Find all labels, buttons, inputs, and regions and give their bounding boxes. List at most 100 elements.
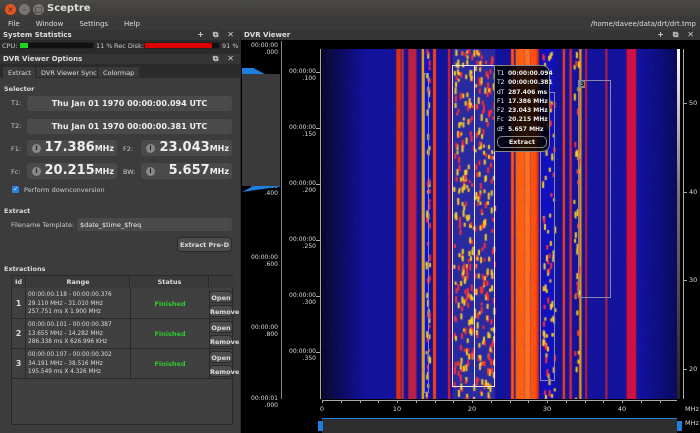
col-actions: [210, 276, 234, 288]
row-id: 3: [12, 349, 26, 379]
overview-time-label: 00:00:01.000: [244, 395, 278, 409]
menu-settings[interactable]: Settings: [71, 19, 116, 30]
remove-button[interactable]: Remove: [209, 365, 239, 377]
popup-key: T2: [497, 79, 505, 87]
open-button[interactable]: Open: [209, 291, 233, 303]
freq-tick: [340, 400, 342, 403]
info-icon: I: [146, 144, 155, 153]
filename-template-input[interactable]: [77, 218, 232, 231]
tab-colormap[interactable]: Colormap: [97, 66, 141, 78]
unit: MHz: [94, 167, 114, 176]
freq-tick: [397, 400, 398, 403]
popup-extract-button[interactable]: Extract: [497, 136, 547, 149]
unit: MHz: [209, 144, 229, 153]
time-label-hms: 00:00:00: [251, 42, 278, 49]
info-icon: I: [146, 167, 155, 176]
time-tick: [316, 184, 320, 185]
dock-buttons[interactable]: ⧉ ✕: [213, 54, 237, 64]
cpu-label: CPU:: [2, 42, 18, 50]
center-frequency-line: [473, 65, 475, 387]
time-label: 00:00:00.300: [280, 292, 316, 306]
open-button[interactable]: Open: [209, 321, 233, 333]
filename-label: Filename Template:: [11, 221, 75, 229]
table-row: 3 00:00:00.107 - 00:00:00.302 34.191 MHz -…: [12, 349, 239, 379]
close-icon[interactable]: ×: [5, 4, 16, 15]
freq-tick: [622, 400, 623, 403]
dock-buttons[interactable]: + ⧉ ✕: [197, 30, 237, 40]
time-label-ms: .100: [302, 75, 316, 82]
f2-spinbox[interactable]: I 23.043MHz: [141, 140, 232, 156]
tab-dvr-viewer-sync[interactable]: DVR Viewer Sync: [35, 66, 103, 78]
dvr-options-header: DVR Viewer Options ⧉ ✕: [0, 54, 240, 64]
time-tick: [316, 240, 320, 241]
colorbar-axis: [683, 49, 684, 399]
time-label-hms: 00:00:00: [289, 348, 316, 355]
dock-buttons[interactable]: + ⧉ ✕: [657, 30, 697, 40]
extract-pre-d-button[interactable]: Extract Pre-D: [177, 237, 232, 252]
stats-row: CPU: 11 % Rec Disk: 91 %: [0, 40, 240, 51]
range-freq: 13.655 MHz - 14.282 MHz: [28, 330, 103, 337]
time-label-ms: .250: [302, 243, 316, 250]
slider-handle-left[interactable]: [318, 421, 323, 431]
slider-handle-right[interactable]: [677, 421, 682, 431]
menu-file[interactable]: File: [0, 19, 28, 30]
popup-row: dF 5.657 MHz: [497, 125, 547, 134]
popup-value: 287.406 ms: [508, 88, 548, 96]
remove-button[interactable]: Remove: [209, 305, 239, 317]
t2-field[interactable]: Thu Jan 01 1970 00:00:00.381 UTC: [27, 119, 232, 134]
selection-info-popup: T1 00:00:00.094 T2 00:00:00.381 dT 287.406 ms…: [494, 65, 553, 152]
menu-help[interactable]: Help: [116, 19, 148, 30]
popup-value: 5.657 MHz: [508, 125, 544, 133]
frequency-range-slider[interactable]: [322, 418, 677, 433]
popup-value: 00:00:00.094: [508, 70, 553, 77]
popup-key: dT: [497, 88, 505, 96]
extraction-box-3-label: 3: [579, 80, 586, 88]
freq-tick: [565, 400, 567, 403]
bw-value: 5.657: [168, 163, 210, 178]
time-tick: [316, 352, 320, 353]
freq-tick: [490, 400, 492, 403]
time-label-ms: .600: [264, 261, 278, 268]
system-statistics-title: System Statistics: [3, 31, 72, 39]
fc-spinbox[interactable]: I 20.215MHz: [27, 163, 117, 179]
frequency-axis: [322, 400, 677, 401]
selector-title: Selector: [4, 85, 35, 93]
downconversion-checkbox[interactable]: ✓: [12, 186, 19, 193]
bw-label: BW:: [123, 168, 136, 176]
range-freq: 34.191 MHz - 38.516 MHz: [28, 360, 103, 367]
row-range: 00:00:00.107 - 00:00:00.302 34.191 MHz - …: [28, 351, 112, 377]
dvr-options-title: DVR Viewer Options: [3, 55, 83, 63]
time-label-hms: 00:00:00: [289, 292, 316, 299]
freq-tick: [603, 400, 605, 403]
info-icon: I: [32, 167, 41, 176]
colorbar-tick-label: 20: [689, 364, 698, 373]
freq-tick: [453, 400, 455, 403]
freq-tick-label: 0: [319, 405, 325, 413]
extractions-table: Id Range Status 1 00:00:00.118 - 00:00:00…: [11, 275, 239, 425]
cpu-bar: [19, 42, 94, 49]
extraction-box-3[interactable]: [578, 79, 611, 299]
f1-spinbox[interactable]: I 17.386MHz: [27, 140, 117, 156]
time-label: 00:00:00.100: [280, 68, 316, 82]
tab-extract[interactable]: Extract: [2, 66, 38, 78]
extraction-box-2[interactable]: [424, 73, 430, 394]
status-badge: Finished: [130, 349, 210, 379]
t1-field[interactable]: Thu Jan 01 1970 00:00:00.094 UTC: [27, 96, 232, 111]
time-label-hms: 00:00:00: [289, 180, 316, 187]
remove-button[interactable]: Remove: [209, 335, 239, 347]
menu-window[interactable]: Window: [28, 19, 72, 30]
row-id: 2: [12, 319, 26, 349]
overview-time-label: 00:00:00.800: [244, 324, 278, 338]
bw-spinbox[interactable]: I 5.657MHz: [141, 163, 232, 179]
time-label: 00:00:00.200: [280, 180, 316, 194]
f2-value: 23.043: [159, 140, 210, 155]
maximize-icon[interactable]: □: [33, 4, 44, 15]
open-button[interactable]: Open: [209, 351, 233, 363]
time-label-ms: .000: [264, 402, 278, 409]
minimize-icon[interactable]: –: [19, 4, 30, 15]
popup-row: Fc 20.215 MHz: [497, 115, 548, 124]
dvr-viewer-title: DVR Viewer: [244, 31, 291, 39]
time-axis: [320, 49, 321, 399]
f2-label: F2:: [123, 145, 134, 153]
time-label-hms: 00:00:00: [289, 236, 316, 243]
